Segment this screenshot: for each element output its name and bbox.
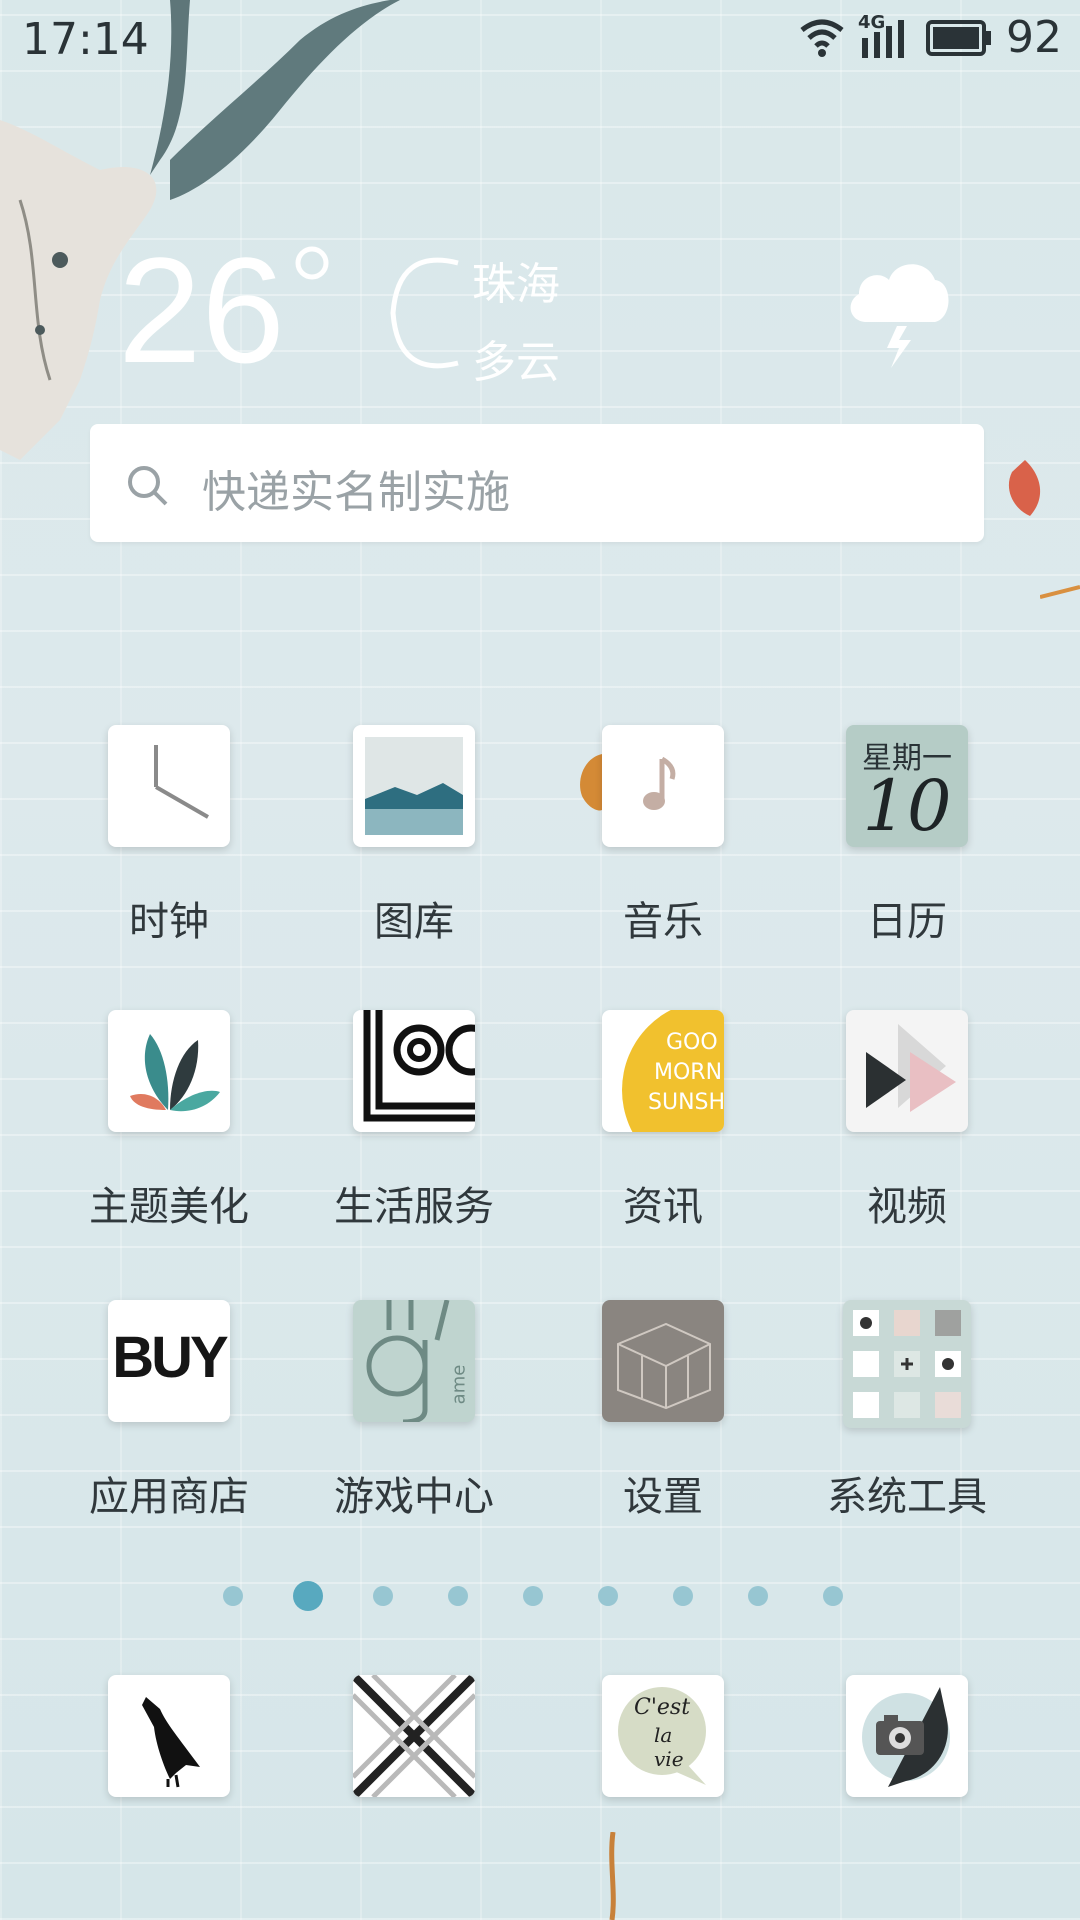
weather-condition: 多云 bbox=[472, 337, 560, 388]
folder-tile bbox=[843, 1300, 971, 1428]
page-dot[interactable] bbox=[823, 1586, 843, 1606]
thunder-cloud-icon bbox=[850, 264, 949, 368]
store-icon: BUY bbox=[112, 1325, 228, 1390]
app-tile: GOO MORNI SUNSH bbox=[602, 1010, 724, 1132]
battery-level: 92 bbox=[1006, 12, 1062, 63]
pattern-icon bbox=[353, 1675, 475, 1797]
status-bar: 17:14 4G 92 bbox=[0, 0, 1080, 86]
app-label: 资讯 bbox=[623, 1184, 703, 1230]
temperature: 26 bbox=[118, 226, 285, 394]
app-tile bbox=[602, 1300, 724, 1422]
app-system-tools-folder[interactable]: 系统工具 bbox=[787, 1300, 1027, 1522]
app-store[interactable]: BUY 应用商店 bbox=[49, 1300, 289, 1522]
weather-widget[interactable]: 26 bbox=[118, 235, 459, 385]
settings-icon bbox=[617, 1322, 711, 1410]
app-settings[interactable]: 设置 bbox=[543, 1300, 783, 1522]
app-tile bbox=[846, 1010, 968, 1132]
status-icons: 4G 92 bbox=[800, 12, 1062, 63]
twig-decoration bbox=[609, 1832, 616, 1920]
app-game-center[interactable]: ame 游戏中心 bbox=[294, 1300, 534, 1522]
search-icon bbox=[128, 466, 168, 506]
app-life-service[interactable]: 生活服务 bbox=[294, 1010, 534, 1232]
video-icon bbox=[866, 1024, 956, 1112]
dock-app-camera[interactable] bbox=[787, 1675, 1027, 1797]
dock-app-pattern[interactable] bbox=[294, 1675, 534, 1797]
tools-folder-icon bbox=[853, 1310, 961, 1418]
app-tile: 星期一 10 bbox=[846, 725, 968, 847]
app-tile bbox=[353, 1675, 475, 1797]
bubble-text-1: C'est bbox=[634, 1695, 691, 1720]
gallery-icon bbox=[365, 737, 463, 835]
app-music[interactable]: 音乐 bbox=[543, 725, 783, 947]
app-tile bbox=[353, 725, 475, 847]
app-tile bbox=[602, 725, 724, 847]
dock-app-message[interactable]: C'est la vie bbox=[543, 1675, 783, 1797]
page-dot[interactable] bbox=[523, 1586, 543, 1606]
app-tile: BUY bbox=[108, 1300, 230, 1422]
camera-icon bbox=[862, 1687, 950, 1787]
circles-icon bbox=[363, 1010, 475, 1122]
app-label: 应用商店 bbox=[89, 1474, 249, 1520]
page-dot-active[interactable] bbox=[293, 1581, 323, 1611]
app-news[interactable]: GOO MORNI SUNSH 资讯 bbox=[543, 1010, 783, 1232]
dock-app-phone[interactable] bbox=[49, 1675, 289, 1797]
search-placeholder: 快递实名制实施 bbox=[202, 467, 510, 518]
battery-icon bbox=[926, 19, 991, 56]
app-tile bbox=[846, 1675, 968, 1797]
calendar-day: 10 bbox=[862, 765, 952, 847]
app-label: 视频 bbox=[867, 1184, 947, 1230]
news-tile-line-1: GOO bbox=[666, 1030, 718, 1055]
app-label: 游戏中心 bbox=[334, 1474, 494, 1520]
page-dot[interactable] bbox=[223, 1586, 243, 1606]
app-video[interactable]: 视频 bbox=[787, 1010, 1027, 1232]
page-dot[interactable] bbox=[598, 1586, 618, 1606]
weather-city: 珠海 bbox=[472, 259, 560, 310]
news-tile-line-2: MORNI bbox=[654, 1060, 724, 1085]
app-label: 生活服务 bbox=[334, 1184, 494, 1230]
app-label: 主题美化 bbox=[89, 1184, 249, 1230]
music-icon bbox=[643, 756, 676, 810]
app-tile: C'est la vie bbox=[602, 1675, 724, 1797]
app-calendar[interactable]: 星期一 10 日历 bbox=[787, 725, 1027, 947]
search-bar[interactable]: 快递实名制实施 bbox=[90, 424, 984, 542]
page-dot[interactable] bbox=[748, 1586, 768, 1606]
app-tile: ame bbox=[353, 1300, 475, 1422]
bubble-text-3: vie bbox=[654, 1747, 684, 1771]
app-label: 系统工具 bbox=[827, 1474, 987, 1520]
leaf-decoration bbox=[1008, 460, 1041, 516]
app-theme[interactable]: 主题美化 bbox=[49, 1010, 289, 1232]
app-tile bbox=[108, 725, 230, 847]
twig-decoration bbox=[1040, 585, 1080, 599]
game-tile-text: ame bbox=[448, 1364, 470, 1405]
bird-icon bbox=[142, 1697, 200, 1788]
status-time: 17:14 bbox=[22, 14, 149, 65]
app-label: 图库 bbox=[374, 899, 454, 945]
app-tile bbox=[353, 1010, 475, 1132]
page-indicator[interactable] bbox=[0, 1576, 1080, 1616]
app-clock[interactable]: 时钟 bbox=[49, 725, 289, 947]
app-gallery[interactable]: 图库 bbox=[294, 725, 534, 947]
page-dot[interactable] bbox=[448, 1586, 468, 1606]
app-tile bbox=[108, 1675, 230, 1797]
feather-icon bbox=[130, 1034, 220, 1112]
page-dot[interactable] bbox=[673, 1586, 693, 1606]
app-label: 设置 bbox=[623, 1474, 703, 1520]
page-dot[interactable] bbox=[373, 1586, 393, 1606]
news-tile-line-3: SUNSH bbox=[648, 1090, 724, 1115]
app-tile bbox=[108, 1010, 230, 1132]
signal-icon: 4G bbox=[858, 12, 912, 60]
app-label: 日历 bbox=[867, 899, 947, 945]
bubble-text-2: la bbox=[654, 1723, 673, 1747]
clock-icon bbox=[154, 745, 209, 819]
wifi-icon bbox=[800, 19, 844, 57]
app-label: 时钟 bbox=[129, 899, 209, 945]
app-label: 音乐 bbox=[623, 899, 703, 945]
